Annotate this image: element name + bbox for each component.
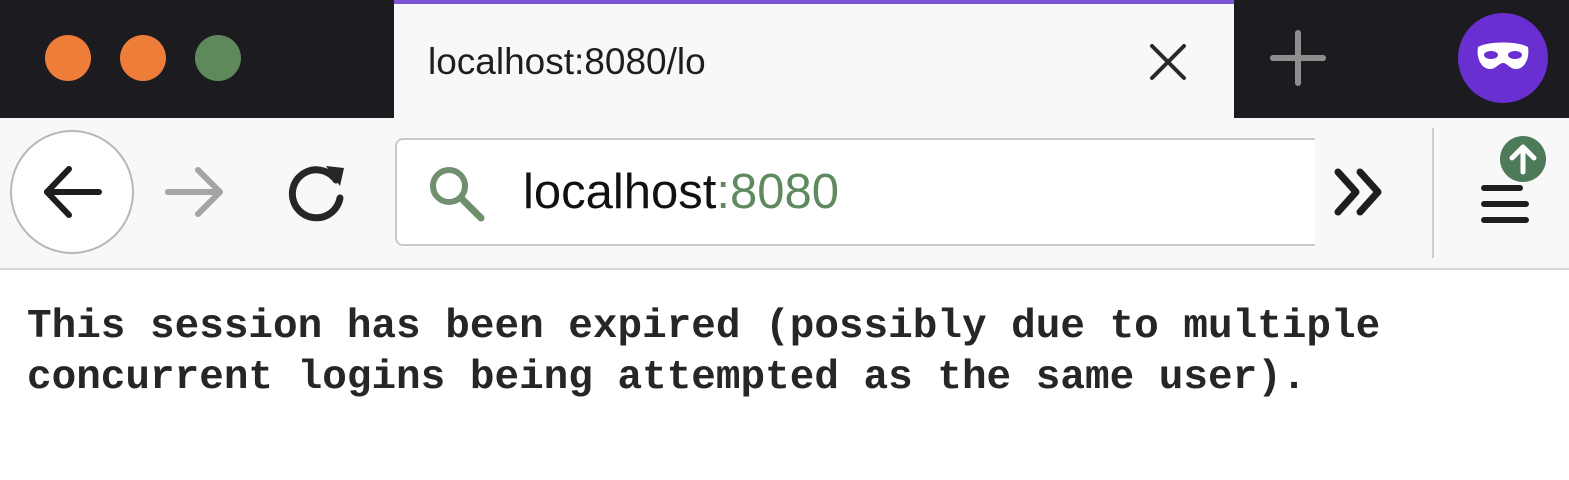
window-zoom-button[interactable] [195,35,241,81]
arrow-up-icon [1509,144,1537,175]
tab-title: localhost:8080/lo [428,41,706,82]
url-text: localhost:8080 [523,164,839,220]
double-chevron-right-icon[interactable] [1330,160,1390,224]
window-minimize-button[interactable] [120,35,166,81]
close-icon[interactable] [1146,40,1190,84]
reload-icon[interactable] [282,158,352,228]
page-content: This session has been expired (possibly … [0,272,1569,480]
menu-button[interactable] [1468,130,1560,240]
window-close-button[interactable] [45,35,91,81]
forward-arrow-icon[interactable] [160,162,230,222]
back-button[interactable] [10,130,134,254]
tab-active[interactable]: localhost:8080/lo [394,0,1234,118]
plus-icon[interactable] [1268,28,1328,88]
address-bar[interactable]: localhost:8080 [395,138,1315,246]
private-browsing-mask-icon [1477,42,1529,69]
navigation-toolbar: localhost:8080 [0,118,1569,270]
update-badge [1500,136,1546,182]
session-expired-message: This session has been expired (possibly … [27,304,1381,401]
url-host: localhost [523,165,717,219]
back-arrow-icon [44,166,102,218]
tab-strip: localhost:8080/lo [0,0,1569,118]
toolbar-divider [1432,128,1434,258]
hamburger-menu-icon [1480,180,1530,230]
private-browsing-badge [1458,13,1548,103]
search-icon [425,162,489,226]
url-port: :8080 [716,165,840,219]
